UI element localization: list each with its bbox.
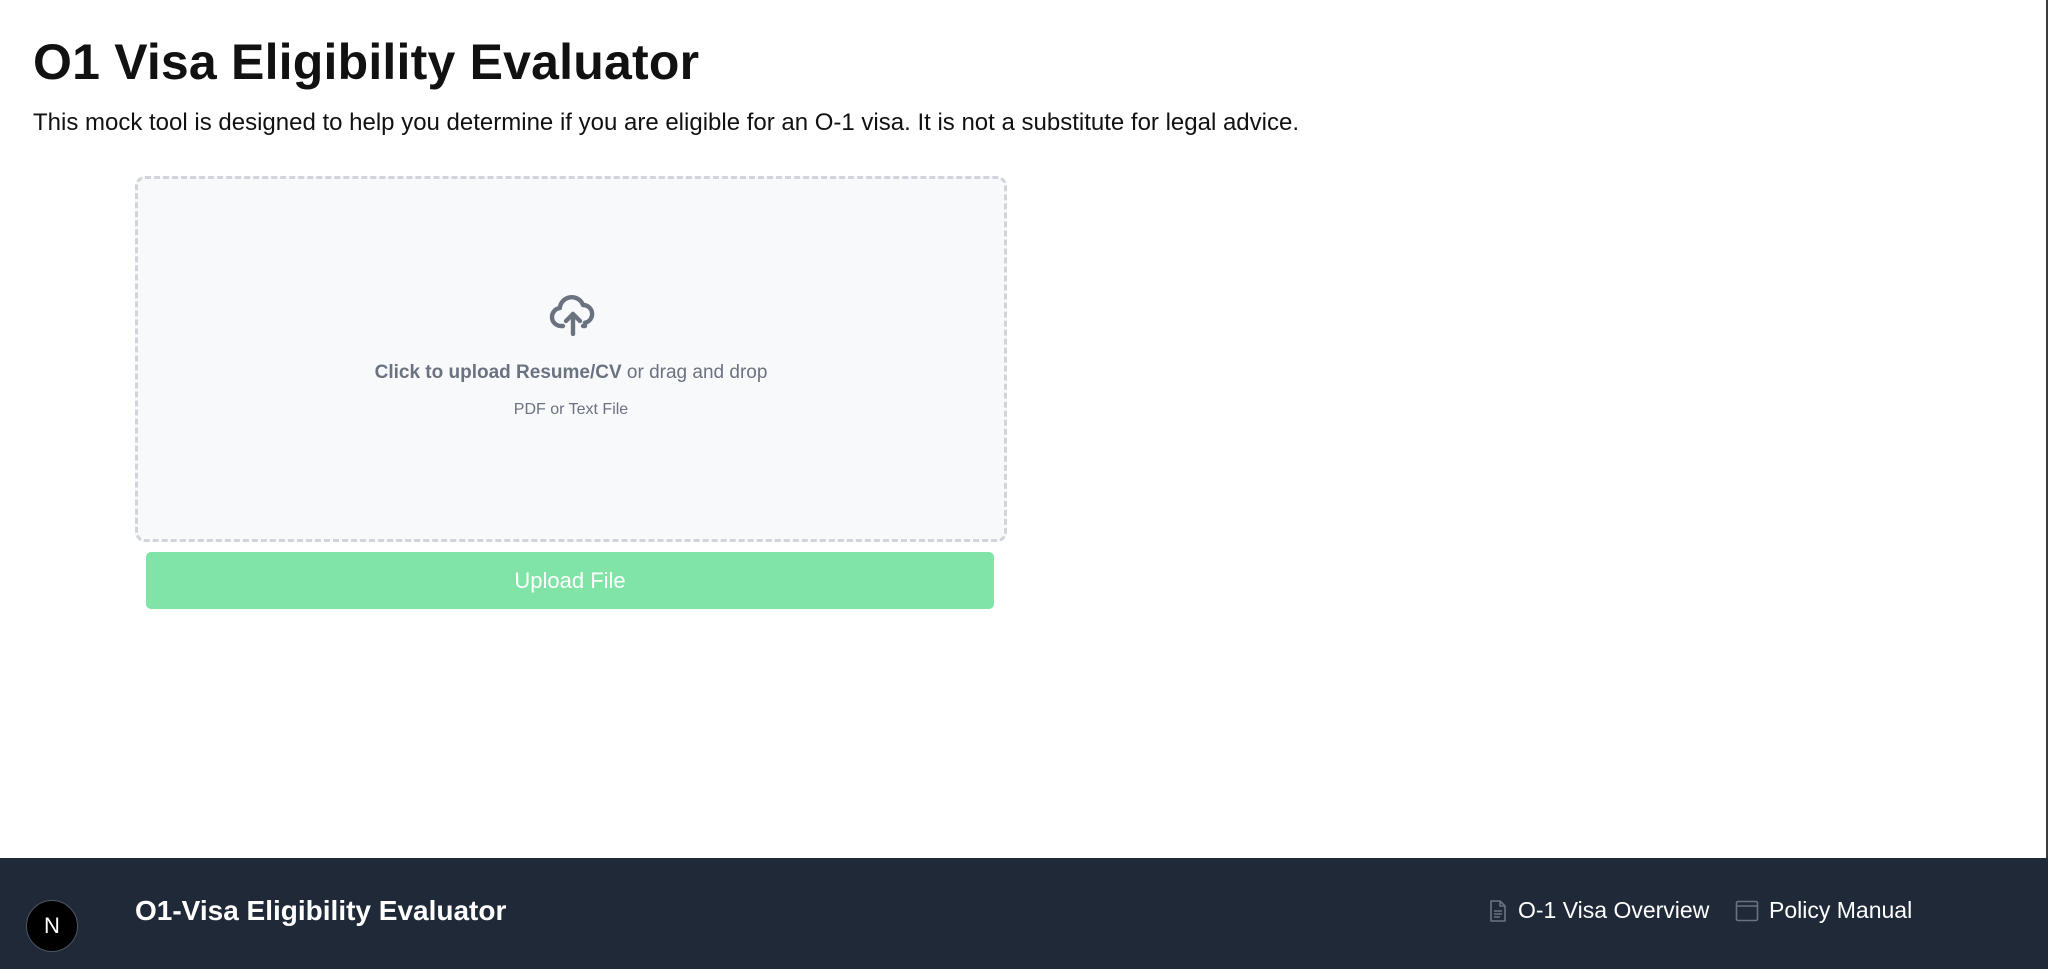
cloud-upload-icon [549,295,595,336]
nav-link-o1-visa-overview[interactable]: O-1 Visa Overview [1488,897,1709,924]
upload-file-button[interactable]: Upload File [146,552,994,609]
page-description: This mock tool is designed to help you d… [33,109,1299,136]
page: O1 Visa Eligibility Evaluator This mock … [0,0,2048,969]
nav-link-policy-manual[interactable]: Policy Manual [1735,897,1912,924]
upload-prompt: Click to upload Resume/CV or drag and dr… [138,362,1004,384]
page-title: O1 Visa Eligibility Evaluator [33,34,700,90]
nav-link-label: Policy Manual [1769,897,1913,923]
footer-bar: N O1-Visa Eligibility Evaluator O-1 Visa… [0,858,2048,969]
footer-title: O1-Visa Eligibility Evaluator [135,895,507,926]
main-content: O1 Visa Eligibility Evaluator This mock … [33,0,2048,858]
nav-link-label: O-1 Visa Overview [1518,897,1710,923]
upload-file-types: PDF or Text File [513,401,629,418]
upload-prompt-rest: or drag and drop [621,362,768,383]
upload-prompt-bold: Click to upload Resume/CV [374,362,622,383]
window-icon [1735,900,1759,921]
nextjs-badge[interactable]: N [26,900,78,952]
file-dropzone[interactable]: Click to upload Resume/CV or drag and dr… [135,176,1007,542]
document-icon [1490,899,1506,922]
